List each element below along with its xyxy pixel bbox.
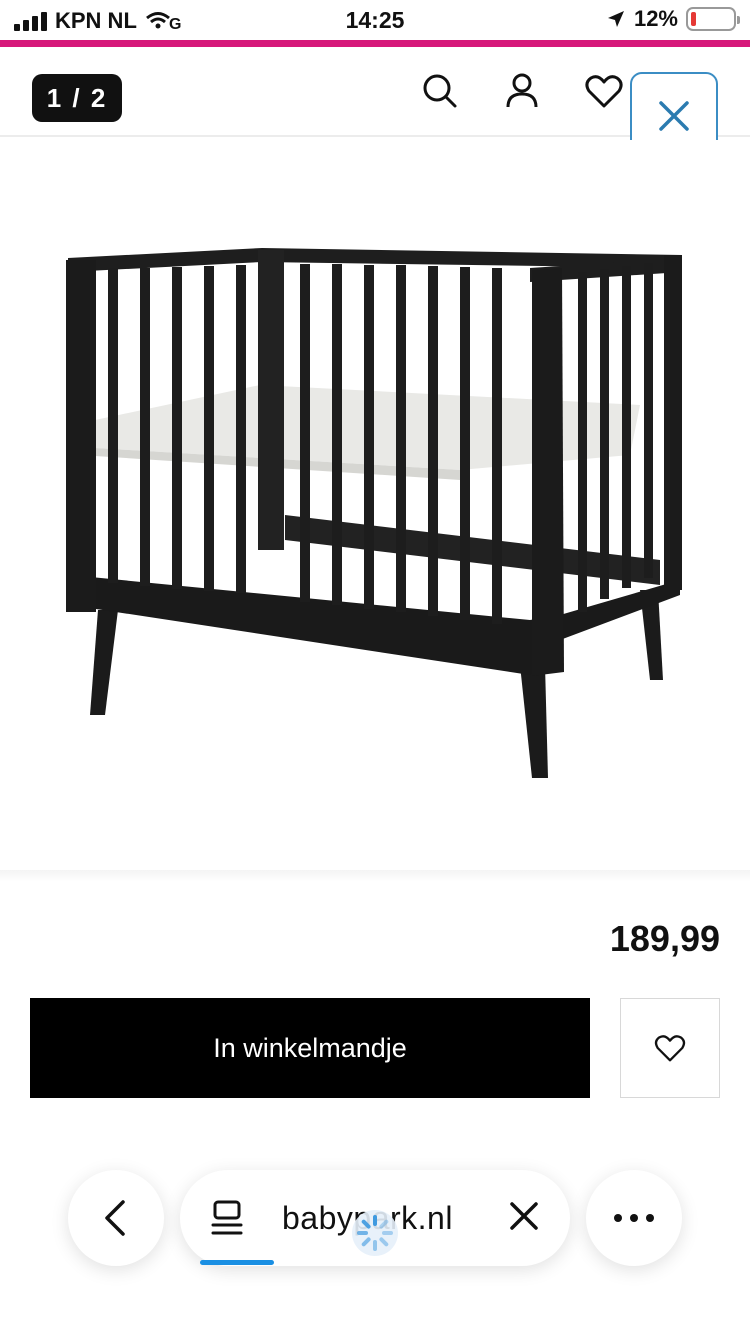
battery-icon (686, 7, 740, 31)
loading-spinner-icon (352, 1210, 398, 1256)
close-icon[interactable] (504, 1196, 544, 1236)
location-arrow-icon (607, 11, 624, 27)
close-icon (659, 101, 689, 131)
search-icon[interactable] (418, 69, 462, 113)
more-dots-icon (614, 1214, 654, 1222)
add-to-cart-button[interactable]: In winkelmandje (30, 998, 590, 1098)
status-bar: KPN NL G 14:25 12% (0, 0, 750, 40)
image-counter: 1 / 2 (32, 74, 122, 122)
browser-more-button[interactable] (586, 1170, 682, 1266)
brand-accent-line (0, 40, 750, 47)
product-image[interactable] (0, 140, 750, 880)
browser-back-button[interactable] (68, 1170, 164, 1266)
product-price: 189,99 (609, 918, 720, 959)
user-icon[interactable] (500, 69, 544, 113)
black-baby-cot-image (66, 248, 682, 778)
wishlist-button[interactable] (620, 998, 720, 1098)
chevron-left-icon (105, 1200, 125, 1236)
battery-percent: 12% (633, 6, 678, 31)
page-load-progress (200, 1260, 274, 1265)
reader-mode-icon[interactable] (210, 1199, 244, 1237)
heart-icon[interactable] (582, 69, 626, 113)
heart-icon (654, 1035, 686, 1062)
section-divider (0, 870, 750, 882)
status-right: 12% (606, 6, 740, 32)
